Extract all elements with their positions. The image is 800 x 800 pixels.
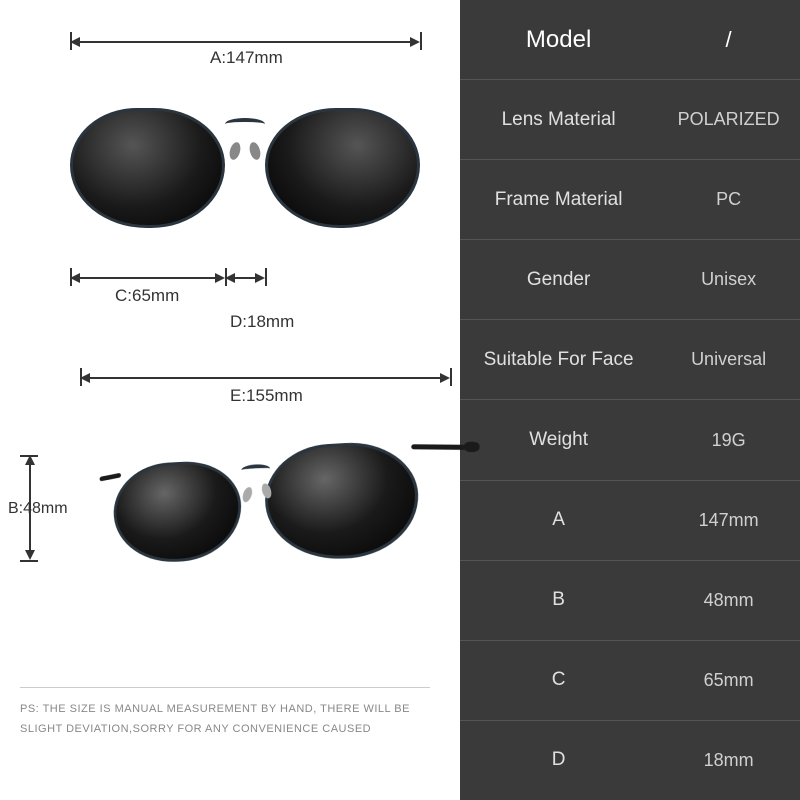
spec-value: 48mm (657, 590, 800, 611)
sunglasses-front-icon (70, 100, 420, 240)
table-row: Suitable For Face Universal (460, 320, 800, 400)
angled-view-diagram: E:155mm B:48mm (20, 360, 440, 710)
spec-label: Model (460, 26, 657, 54)
table-row: Model / (460, 0, 800, 80)
spec-value: 18mm (657, 750, 800, 771)
spec-label: Frame Material (460, 189, 657, 211)
spec-value: / (657, 27, 800, 53)
table-row: C 65mm (460, 641, 800, 721)
spec-value: Universal (657, 349, 800, 370)
dimension-b-label: B:48mm (8, 500, 68, 518)
spec-label: D (460, 749, 657, 771)
spec-label: A (460, 509, 657, 531)
table-row: Lens Material POLARIZED (460, 80, 800, 160)
table-row: Gender Unisex (460, 240, 800, 320)
spec-label: Suitable For Face (460, 349, 657, 371)
spec-value: PC (657, 189, 800, 210)
spec-label: C (460, 669, 657, 691)
diagram-panel: A:147mm C:65mm D:18mm E:155mm (0, 0, 460, 800)
dimension-e-line (80, 368, 450, 388)
sunglasses-angled-icon (110, 432, 451, 621)
spec-label: Weight (460, 429, 657, 451)
dimension-c-label: C:65mm (115, 286, 179, 306)
dimension-c-line (70, 268, 225, 288)
spec-value: 147mm (657, 510, 800, 531)
spec-label: B (460, 589, 657, 611)
dimension-a-label: A:147mm (210, 48, 283, 68)
specifications-table: Model / Lens Material POLARIZED Frame Ma… (460, 0, 800, 800)
front-view-diagram: A:147mm C:65mm D:18mm (20, 30, 440, 350)
spec-value: POLARIZED (657, 109, 800, 130)
spec-value: 19G (657, 430, 800, 451)
table-row: Frame Material PC (460, 160, 800, 240)
table-row: Weight 19G (460, 400, 800, 480)
dimension-d-line (225, 268, 265, 288)
table-row: A 147mm (460, 481, 800, 561)
disclaimer-text: PS: THE SIZE IS MANUAL MEASUREMENT BY HA… (20, 687, 430, 740)
spec-value: 65mm (657, 670, 800, 691)
spec-value: Unisex (657, 269, 800, 290)
table-row: B 48mm (460, 561, 800, 641)
table-row: D 18mm (460, 721, 800, 800)
dimension-d-label: D:18mm (230, 312, 294, 332)
dimension-e-label: E:155mm (230, 386, 303, 406)
spec-label: Gender (460, 269, 657, 291)
spec-label: Lens Material (460, 109, 657, 131)
